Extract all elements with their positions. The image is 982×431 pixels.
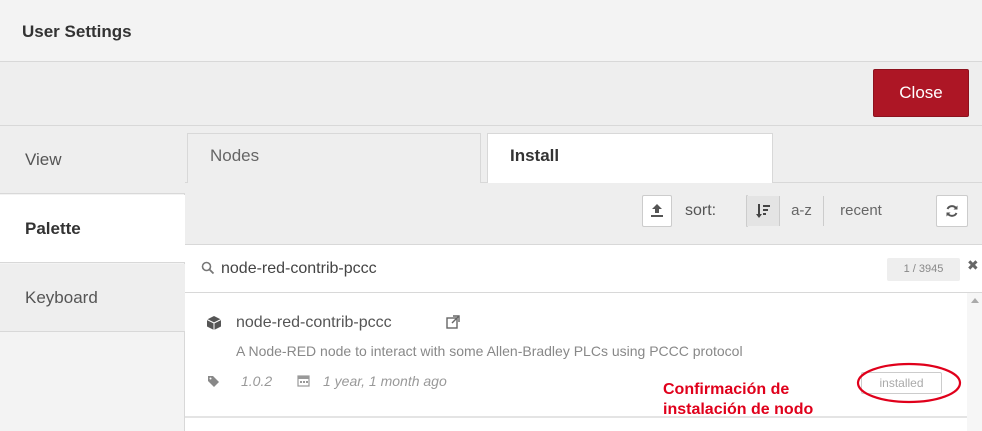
package-description: A Node-RED node to interact with some Al… (236, 343, 743, 359)
sidebar-item-keyboard[interactable]: Keyboard (0, 264, 185, 332)
search-icon (201, 261, 215, 275)
package-cube-icon (206, 316, 222, 330)
sidebar-item-label: View (25, 150, 62, 169)
settings-sidebar: View Palette Keyboard (0, 126, 186, 431)
dialog-title: User Settings (22, 22, 132, 41)
annotation-line1: Confirmación de (663, 381, 790, 398)
sort-options: a-z recent (746, 195, 882, 227)
scroll-up-arrow-icon[interactable] (971, 298, 979, 303)
search-bar: 1 / 3945 ✖ (185, 245, 982, 293)
refresh-icon (946, 205, 958, 217)
result-count-badge: 1 / 3945 (887, 258, 960, 281)
search-input[interactable] (221, 255, 821, 283)
external-link-icon[interactable] (446, 315, 460, 329)
clear-search-icon[interactable]: ✖ (967, 257, 979, 274)
sidebar-item-label: Palette (25, 219, 81, 238)
sort-recent-button[interactable]: recent (824, 196, 898, 226)
package-updated: 1 year, 1 month ago (323, 373, 447, 389)
dialog-toolbar: Close (0, 62, 982, 126)
sort-az-button[interactable]: a-z (780, 196, 824, 226)
palette-panel: Nodes Install sort: a-z recent node-red-… (185, 126, 982, 431)
tab-label: Nodes (210, 146, 260, 165)
tab-install[interactable]: Install (487, 133, 773, 184)
tab-nodes[interactable]: Nodes (187, 133, 481, 184)
package-name: node-red-contrib-pccc (236, 314, 392, 331)
package-version: 1.0.2 (241, 373, 273, 389)
scrollbar[interactable] (967, 293, 982, 431)
install-toolbar: sort: a-z recent (185, 183, 982, 245)
annotation-callout: Confirmación de instalación de nodo (663, 380, 813, 420)
sidebar-item-view[interactable]: View (0, 126, 185, 194)
sort-label: sort: (685, 202, 717, 219)
sort-amount-icon (756, 204, 770, 218)
tab-label: Install (510, 146, 560, 165)
sidebar-item-palette[interactable]: Palette (0, 195, 186, 263)
close-button[interactable]: Close (873, 69, 969, 117)
list-item: node-red-contrib-pccc A Node-RED node to… (185, 293, 967, 417)
sidebar-item-label: Keyboard (25, 288, 98, 307)
palette-tabs: Nodes Install (185, 126, 982, 184)
calendar-icon (297, 375, 310, 387)
upload-icon (651, 204, 663, 217)
highlight-ellipse (856, 362, 962, 404)
annotation-line2: instalación de nodo (663, 401, 814, 418)
dialog-header: User Settings (0, 0, 982, 62)
list-item (185, 417, 967, 431)
refresh-button[interactable] (936, 195, 968, 227)
sort-relevance-button[interactable] (747, 196, 780, 226)
tag-icon (208, 376, 219, 387)
upload-button[interactable] (642, 195, 672, 227)
